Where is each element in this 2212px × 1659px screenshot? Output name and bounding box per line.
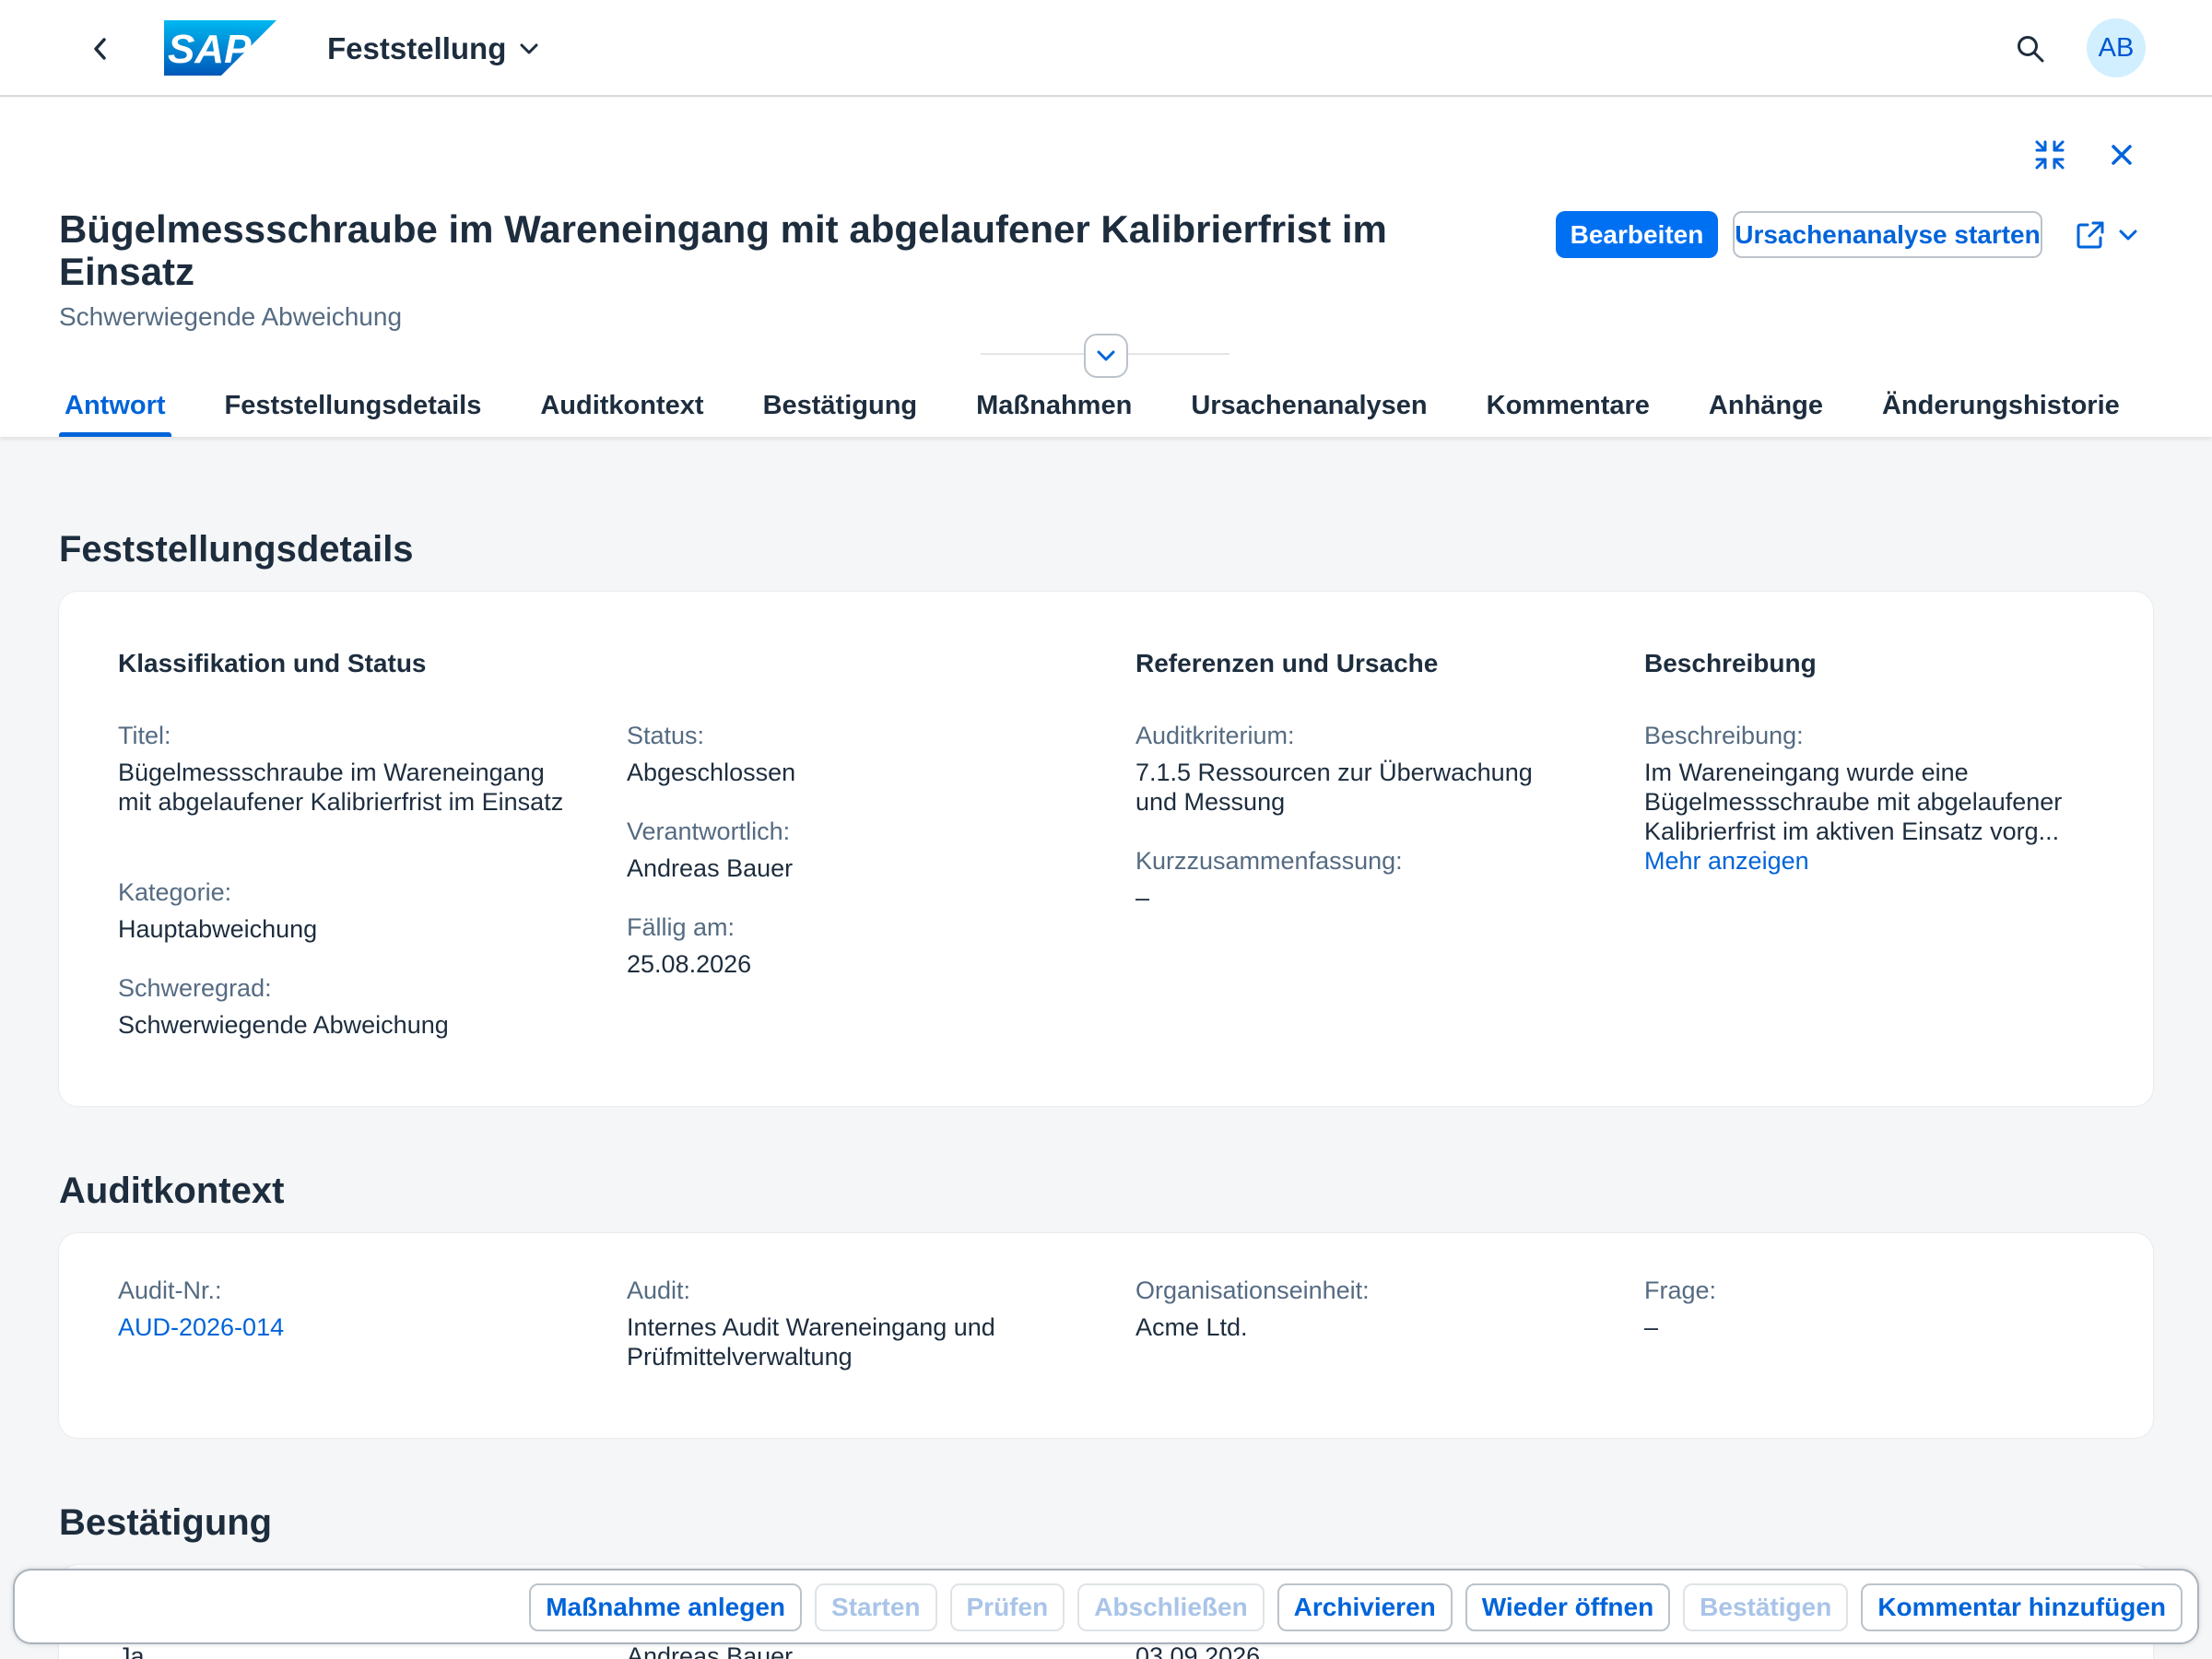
audit-nr-link[interactable]: AUD-2026-014 <box>118 1312 579 1342</box>
field-beschreibung: Beschreibung: Im Wareneingang wurde eine… <box>1644 721 2105 876</box>
shell-bar: SAP Feststellung AB <box>0 0 2212 97</box>
section-title-confirmation: Bestätigung <box>59 1502 273 1543</box>
chevron-down-icon <box>520 43 538 54</box>
field-audit-nr: Audit-Nr.: AUD-2026-014 <box>118 1276 579 1342</box>
footer-toolbar: Maßnahme anlegen Starten Prüfen Abschlie… <box>13 1569 2199 1644</box>
group-title-description: Beschreibung <box>1644 649 1817 677</box>
edit-button[interactable]: Bearbeiten <box>1556 211 1718 258</box>
field-label: Kurzzusammenfassung: <box>1135 847 1403 875</box>
back-button[interactable] <box>79 28 122 70</box>
section-title-audit: Auditkontext <box>59 1171 285 1211</box>
field-frage: Frage: – <box>1644 1276 2105 1342</box>
sap-logo[interactable]: SAP <box>164 20 276 76</box>
reopen-button[interactable]: Wieder öffnen <box>1465 1583 1671 1631</box>
confirmation-value: Andreas Bauer <box>627 1642 794 1659</box>
field-label: Auditkriterium: <box>1135 722 1295 749</box>
field-value: – <box>1135 884 1150 912</box>
details-card: Klassifikation und Status Referenzen und… <box>59 592 2153 1106</box>
field-label: Organisationseinheit: <box>1135 1277 1370 1304</box>
start-root-cause-analysis-button[interactable]: Ursachenanalyse starten <box>1733 211 2042 258</box>
field-value: Acme Ltd. <box>1135 1313 1248 1341</box>
close-icon <box>2112 145 2132 165</box>
object-subtitle: Schwerwiegende Abweichung <box>59 302 403 331</box>
field-value: Bügelmessschraube im Wareneingang mit ab… <box>118 759 564 816</box>
review-button[interactable]: Prüfen <box>949 1583 1065 1631</box>
tab-anhaenge[interactable]: Anhänge <box>1703 374 1829 437</box>
confirmation-value: 03.09.2026 <box>1135 1642 1261 1659</box>
field-value: 7.1.5 Ressourcen zur Überwachung und Mes… <box>1135 759 1533 816</box>
field-value: Internes Audit Wareneingang und Prüfmitt… <box>627 1313 995 1371</box>
svg-text:SAP: SAP <box>168 27 252 72</box>
field-schweregrad: Schweregrad: Schwerwiegende Abweichung <box>118 973 579 1040</box>
group-title-classification: Klassifikation und Status <box>118 649 427 677</box>
field-value: – <box>1644 1313 1659 1341</box>
field-label: Titel: <box>118 722 171 749</box>
field-label: Audit: <box>627 1277 691 1304</box>
field-status: Status: Abgeschlossen <box>627 721 1088 787</box>
field-audit: Audit: Internes Audit Wareneingang und P… <box>627 1276 1051 1371</box>
field-value: Andreas Bauer <box>627 854 794 882</box>
field-label: Fällig am: <box>627 913 735 941</box>
field-value: 25.08.2026 <box>627 950 752 978</box>
close-button[interactable] <box>2101 135 2142 175</box>
create-action-button[interactable]: Maßnahme anlegen <box>529 1583 803 1631</box>
tab-ursachenanalysen[interactable]: Ursachenanalysen <box>1185 374 1432 437</box>
exit-fullscreen-button[interactable] <box>2030 135 2070 175</box>
confirm-button[interactable]: Bestätigen <box>1683 1583 1849 1631</box>
avatar[interactable]: AB <box>2087 18 2146 77</box>
search-button[interactable] <box>2009 28 2052 70</box>
tab-antwort[interactable]: Antwort <box>59 374 171 437</box>
add-comment-button[interactable]: Kommentar hinzufügen <box>1861 1583 2183 1631</box>
chevron-down-icon <box>2119 229 2137 240</box>
object-page-header: Bügelmessschraube im Wareneingang mit ab… <box>0 98 2212 437</box>
field-kategorie: Kategorie: Hauptabweichung <box>118 877 579 944</box>
complete-button[interactable]: Abschließen <box>1077 1583 1265 1631</box>
field-label: Kategorie: <box>118 878 232 906</box>
share-menu-button[interactable] <box>2065 211 2147 258</box>
field-label: Verantwortlich: <box>627 818 791 845</box>
field-faellig-am: Fällig am: 25.08.2026 <box>627 912 1088 979</box>
field-value: Schwerwiegende Abweichung <box>118 1011 449 1039</box>
collapse-header-button[interactable] <box>1084 334 1128 378</box>
share-icon <box>2077 221 2104 248</box>
field-label: Status: <box>627 722 705 749</box>
exit-fullscreen-icon <box>2035 140 2065 170</box>
tab-bestaetigung[interactable]: Bestätigung <box>758 374 924 437</box>
audit-context-card: Audit-Nr.: AUD-2026-014 Audit: Internes … <box>59 1233 2153 1438</box>
field-label: Frage: <box>1644 1277 1717 1304</box>
section-title-details: Feststellungsdetails <box>59 529 414 570</box>
field-label: Schweregrad: <box>118 974 272 1002</box>
field-label: Audit-Nr.: <box>118 1277 222 1304</box>
chevron-left-icon <box>94 38 106 60</box>
archive-button[interactable]: Archivieren <box>1277 1583 1453 1631</box>
field-verantwortlich: Verantwortlich: Andreas Bauer <box>627 817 1088 883</box>
tab-kommentare[interactable]: Kommentare <box>1481 374 1655 437</box>
chevron-down-icon <box>1097 350 1115 361</box>
app-title: Feststellung <box>327 31 507 65</box>
field-organisationseinheit: Organisationseinheit: Acme Ltd. <box>1135 1276 1596 1342</box>
anchor-tab-bar: Antwort Feststellungsdetails Auditkontex… <box>59 374 2173 437</box>
app-title-menu[interactable]: Feststellung <box>327 28 539 70</box>
field-kurzzusammenfassung: Kurzzusammenfassung: – <box>1135 846 1596 912</box>
tab-feststellungsdetails[interactable]: Feststellungsdetails <box>219 374 488 437</box>
start-button[interactable]: Starten <box>815 1583 937 1631</box>
tab-massnahmen[interactable]: Maßnahmen <box>971 374 1137 437</box>
field-value: Im Wareneingang wurde eine Bügelmessschr… <box>1644 759 2063 845</box>
field-value: Hauptabweichung <box>118 915 318 943</box>
tab-aenderungshistorie[interactable]: Änderungshistorie <box>1877 374 2125 437</box>
field-titel: Titel: Bügelmessschraube im Wareneingang… <box>118 721 570 817</box>
search-icon <box>2018 36 2044 63</box>
confirmation-value: Ja <box>118 1642 145 1659</box>
field-auditkriterium: Auditkriterium: 7.1.5 Ressourcen zur Übe… <box>1135 721 1569 817</box>
field-value: Abgeschlossen <box>627 759 796 786</box>
tab-auditkontext[interactable]: Auditkontext <box>535 374 709 437</box>
object-title: Bügelmessschraube im Wareneingang mit ab… <box>59 207 1387 293</box>
field-label: Beschreibung: <box>1644 722 1804 749</box>
show-more-link[interactable]: Mehr anzeigen <box>1644 846 2105 876</box>
group-title-references: Referenzen und Ursache <box>1135 649 1439 677</box>
